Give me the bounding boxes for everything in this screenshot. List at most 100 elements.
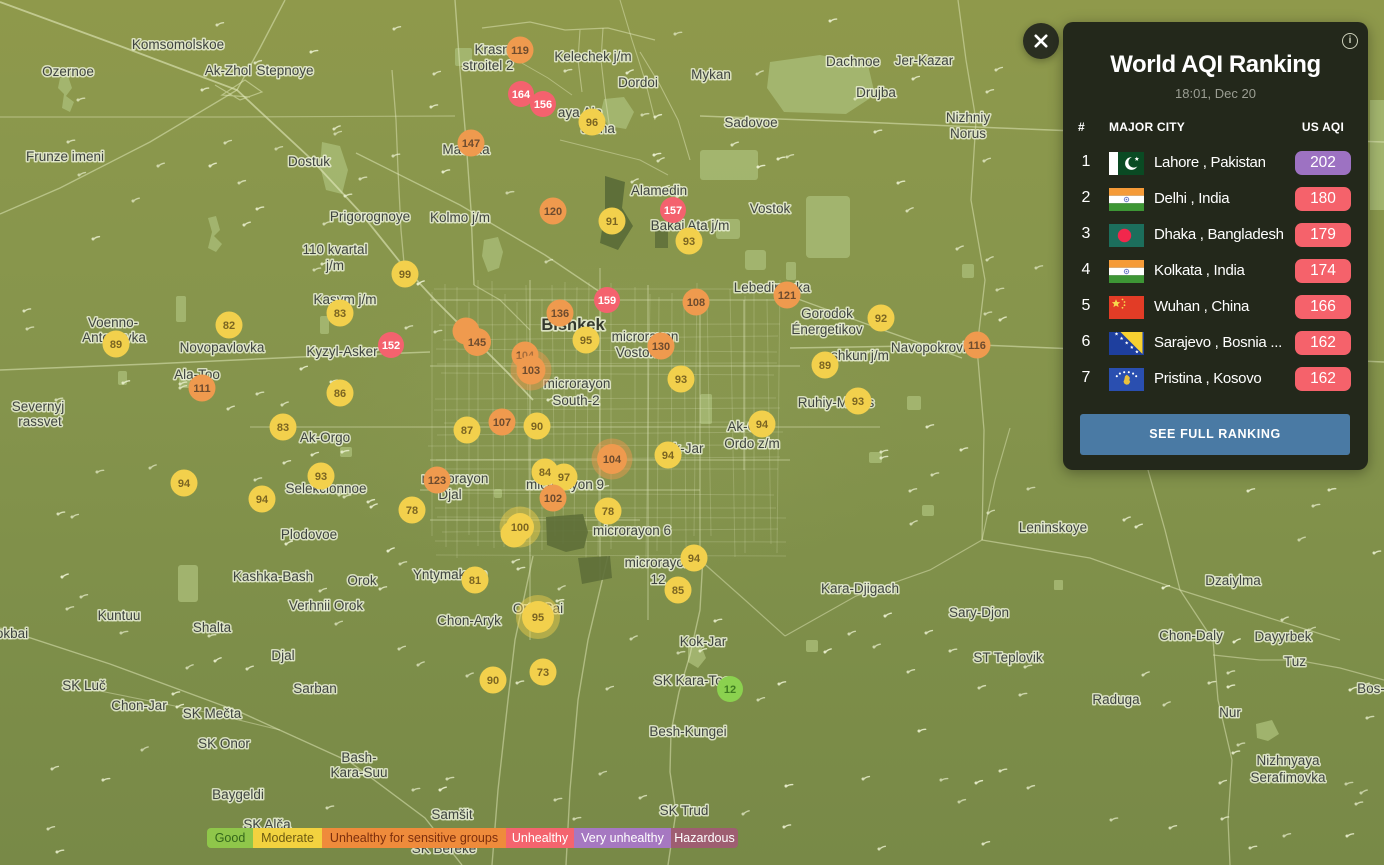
svg-text:95: 95 [532,612,544,624]
svg-text:Prigorognoye: Prigorognoye [330,209,410,224]
svg-text:12: 12 [650,572,665,587]
svg-text:Kara-Djigach: Kara-Djigach [821,581,899,596]
svg-text:94: 94 [688,553,701,565]
svg-text:Chon-Jar: Chon-Jar [111,698,167,713]
svg-text:78: 78 [406,505,418,517]
svg-text:Samšit: Samšit [431,807,473,822]
svg-text:Verhnii Orok: Verhnii Orok [289,598,364,613]
svg-text:110 kvartal: 110 kvartal [302,242,367,257]
svg-text:108: 108 [687,297,705,309]
svg-text:Kashka-Bash: Kashka-Bash [233,569,313,584]
svg-text:Drujba: Drujba [856,85,896,100]
svg-text:SK Onor: SK Onor [198,736,250,751]
svg-text:Sarban: Sarban [293,681,337,696]
svg-text:120: 120 [544,206,562,218]
svg-text:83: 83 [277,422,289,434]
svg-text:93: 93 [852,396,864,408]
svg-text:Chon-Aryk: Chon-Aryk [437,613,501,628]
svg-text:Nizhniy: Nizhniy [946,110,991,125]
svg-text:Baygeldi: Baygeldi [212,787,264,802]
svg-text:Ordo z/m: Ordo z/m [724,436,780,451]
svg-text:rassvet: rassvet [18,414,62,429]
svg-text:Raduga: Raduga [1092,692,1140,707]
svg-text:Dachnoe: Dachnoe [826,54,880,69]
svg-text:Gorodok: Gorodok [801,306,853,321]
svg-text:Kuntuu: Kuntuu [98,608,141,623]
svg-text:136: 136 [551,308,569,320]
svg-text:Ozernoe: Ozernoe [42,64,94,79]
svg-text:Kyzyl-Asker: Kyzyl-Asker [306,344,378,359]
svg-text:78: 78 [602,506,614,518]
svg-text:93: 93 [675,374,687,386]
svg-text:85: 85 [672,585,684,597]
svg-text:Kolmo j/m: Kolmo j/m [430,210,490,225]
svg-text:94: 94 [662,450,675,462]
svg-text:93: 93 [683,236,695,248]
svg-text:Plodovoe: Plodovoe [281,527,337,542]
svg-text:103: 103 [522,365,540,377]
svg-text:Ak-Zhol: Ak-Zhol [205,63,252,78]
svg-text:Nizhnyaya: Nizhnyaya [1256,753,1320,768]
svg-text:111: 111 [193,383,210,395]
svg-text:Shalta: Shalta [193,620,232,635]
svg-text:89: 89 [819,360,831,372]
svg-text:Dzaiylma: Dzaiylma [1205,573,1261,588]
svg-text:Severnyj: Severnyj [12,399,65,414]
svg-text:microrayon: microrayon [544,376,611,391]
svg-text:94: 94 [256,494,269,506]
svg-text:102: 102 [544,493,562,505]
svg-text:147: 147 [462,138,480,150]
svg-text:152: 152 [382,340,400,352]
svg-text:99: 99 [399,269,411,281]
svg-text:96: 96 [586,117,598,129]
svg-text:73: 73 [537,667,549,679]
svg-text:83: 83 [334,308,346,320]
svg-text:94: 94 [756,419,769,431]
svg-text:107: 107 [493,417,511,429]
svg-text:Dordoi: Dordoi [618,75,658,90]
svg-text:164: 164 [512,89,531,101]
svg-text:84: 84 [539,467,552,479]
svg-text:Alamedin: Alamedin [631,183,687,198]
svg-text:145: 145 [468,337,486,349]
svg-text:Sary-Djon: Sary-Djon [949,605,1009,620]
svg-text:Mykan: Mykan [691,67,731,82]
svg-text:93: 93 [315,471,327,483]
svg-text:Komsomolskoe: Komsomolskoe [132,37,224,52]
svg-text:90: 90 [487,675,499,687]
svg-text:SK Luč: SK Luč [62,678,106,693]
svg-text:Bos-: Bos- [1357,681,1384,696]
svg-text:Kok-Jar: Kok-Jar [680,634,727,649]
svg-text:Ak-Orgo: Ak-Orgo [300,430,350,445]
svg-text:116: 116 [968,340,986,352]
svg-text:Kelechek j/m: Kelechek j/m [554,49,631,64]
svg-text:104: 104 [603,454,622,466]
svg-text:Djal: Djal [271,648,294,663]
svg-text:Norus: Norus [950,126,986,141]
svg-text:95: 95 [580,335,592,347]
svg-text:Nur: Nur [1219,705,1241,720]
svg-text:stroitel 2: stroitel 2 [462,58,513,73]
svg-text:Besh-Kungei: Besh-Kungei [649,724,726,739]
svg-text:97: 97 [558,472,570,484]
svg-text:Serafimovka: Serafimovka [1250,770,1326,785]
svg-text:90: 90 [531,421,543,433]
svg-text:159: 159 [598,295,616,307]
svg-text:Voenno-: Voenno- [88,315,138,330]
svg-text:86: 86 [334,388,346,400]
svg-text:microrayon 6: microrayon 6 [593,523,671,538]
svg-text:121: 121 [778,290,796,302]
svg-text:156: 156 [534,99,552,111]
svg-text:Chon-Daly: Chon-Daly [1159,628,1223,643]
svg-text:okbai: okbai [0,626,28,641]
svg-text:Sadovoe: Sadovoe [724,115,777,130]
svg-text:87: 87 [461,425,473,437]
svg-text:100: 100 [511,522,529,534]
svg-text:Tuz: Tuz [1284,654,1306,669]
svg-text:123: 123 [428,475,446,487]
svg-text:ST Teplovik: ST Teplovik [973,650,1043,665]
svg-text:130: 130 [652,341,670,353]
svg-text:Énergetikov: Énergetikov [791,322,863,337]
svg-text:Orok: Orok [347,573,377,588]
svg-text:Kara-Suu: Kara-Suu [330,765,387,780]
